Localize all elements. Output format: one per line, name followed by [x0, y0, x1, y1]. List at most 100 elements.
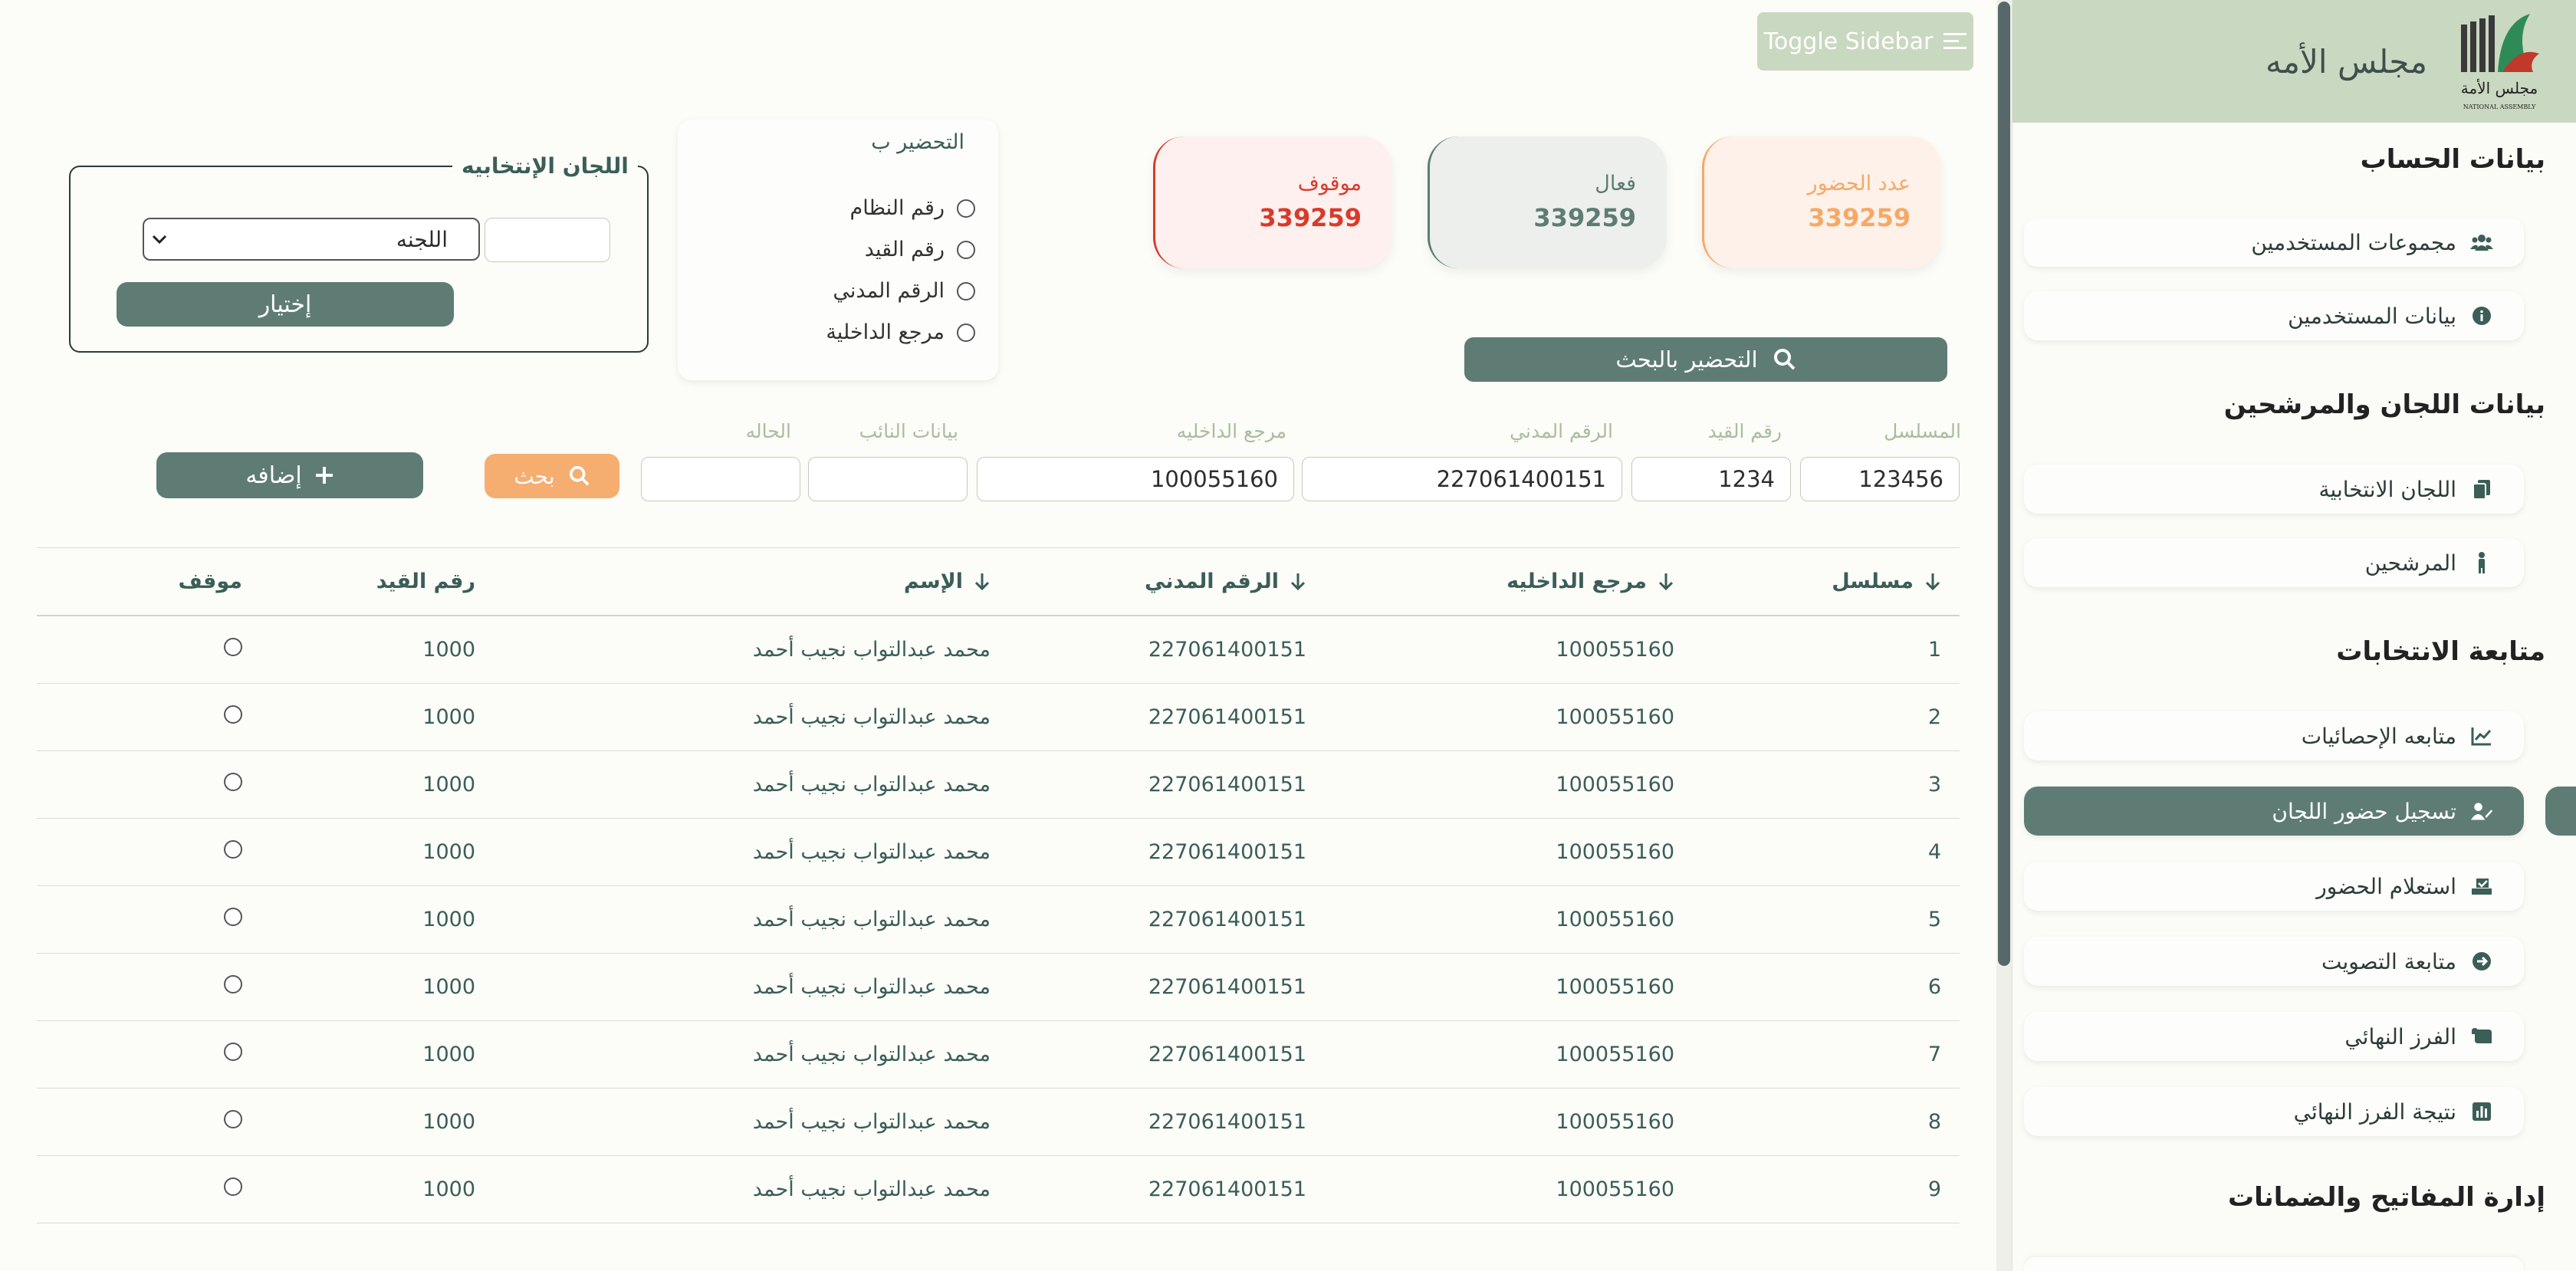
cell-serial: 4 — [1927, 840, 1941, 864]
stat-label: فعال — [1595, 172, 1636, 195]
search-button[interactable]: بحث — [485, 454, 619, 498]
filter-label-deputy: بيانات النائب — [859, 420, 958, 442]
row-stop-radio[interactable] — [224, 975, 242, 993]
person-icon — [2470, 551, 2493, 574]
row-stop-radio[interactable] — [224, 840, 242, 859]
filter-label-serial: المسلسل — [1884, 420, 1961, 442]
table-row[interactable]: 4 100055160 227061400151 محمد عبدالتواب نجي… — [37, 819, 1960, 886]
choose-button[interactable]: إختيار — [117, 282, 454, 327]
radio-button[interactable] — [957, 199, 975, 218]
radio-option[interactable]: مرجع الداخلية — [826, 320, 975, 344]
col-civil-header[interactable]: الرقم المدني — [1145, 548, 1306, 615]
filter-label-ref: مرجع الداخليه — [1176, 420, 1286, 442]
radio-option[interactable]: الرقم المدني — [833, 279, 975, 303]
radio-button[interactable] — [957, 281, 975, 301]
section-committees-candidates: بيانات اللجان والمرشحين — [2223, 389, 2545, 420]
cell-serial: 7 — [1927, 1043, 1941, 1066]
cell-ref: 100055160 — [1556, 1177, 1674, 1201]
filter-reg-input[interactable]: 1234 — [1631, 457, 1791, 501]
table-row[interactable]: 1 100055160 227061400151 محمد عبدالتواب نجي… — [37, 616, 1960, 684]
filter-ref-input[interactable]: 100055160 — [977, 457, 1294, 501]
filter-civil-input[interactable]: 227061400151 — [1302, 457, 1622, 501]
radio-button[interactable] — [957, 323, 975, 342]
cell-stop — [224, 954, 242, 1020]
sidebar-item-partial[interactable] — [2024, 1257, 2524, 1271]
committee-select[interactable]: اللجنه — [143, 218, 480, 261]
sidebar-item-final-sorting-result[interactable]: نتيجة الفرز النهائي — [2024, 1087, 2524, 1136]
row-stop-radio[interactable] — [224, 773, 242, 791]
radio-button[interactable] — [957, 240, 975, 259]
row-stop-radio[interactable] — [224, 1043, 242, 1061]
radio-label: مرجع الداخلية — [826, 320, 945, 344]
filter-deputy-input[interactable] — [808, 457, 968, 501]
cell-serial: 1 — [1927, 638, 1941, 662]
cell-stop — [224, 1089, 242, 1155]
cell-reg: 1000 — [422, 975, 475, 999]
cell-stop — [224, 684, 242, 750]
cell-name: محمد عبدالتواب نجيب أحمد — [752, 773, 991, 796]
add-button[interactable]: إضافه — [156, 452, 423, 498]
sidebar-item-user-groups[interactable]: مجموعات المستخدمين — [2024, 218, 2524, 267]
cell-civil: 227061400151 — [1148, 840, 1306, 864]
stat-label: موقوف — [1297, 172, 1362, 195]
sidebar-item-user-data[interactable]: بيانات المستخدمين — [2024, 291, 2524, 340]
row-stop-radio[interactable] — [224, 1110, 242, 1128]
sidebar-item-vote-tracking[interactable]: متابعة التصويت — [2024, 937, 2524, 986]
sidebar-item-final-sorting[interactable]: الفرز النهائي — [2024, 1012, 2524, 1061]
sidebar-item-statistics[interactable]: متابعه الإحصائيات — [2024, 711, 2524, 760]
committee-select-value: اللجنه — [396, 226, 448, 252]
table-row[interactable]: 2 100055160 227061400151 محمد عبدالتواب نجي… — [37, 684, 1960, 751]
row-stop-radio[interactable] — [224, 705, 242, 724]
main-scrollbar-thumb[interactable] — [1998, 2, 2010, 966]
sort-arrow-icon — [1658, 573, 1674, 590]
menu-icon — [1944, 33, 1967, 49]
table-row[interactable]: 6 100055160 227061400151 محمد عبدالتواب نجي… — [37, 954, 1960, 1021]
cell-stop — [224, 819, 242, 885]
cell-serial: 3 — [1927, 773, 1941, 796]
cell-civil: 227061400151 — [1148, 1177, 1306, 1201]
sidebar-item-label: اللجان الانتخابية — [2318, 476, 2457, 502]
cell-reg: 1000 — [422, 773, 475, 796]
section-account: بيانات الحساب — [2360, 144, 2545, 175]
sidebar-item-committee-attendance[interactable]: تسجيل حضور اللجان — [2024, 787, 2524, 836]
cell-ref: 100055160 — [1556, 705, 1674, 729]
filter-status-input[interactable] — [641, 457, 800, 501]
row-stop-radio[interactable] — [224, 1177, 242, 1196]
sidebar-item-committees[interactable]: اللجان الانتخابية — [2024, 465, 2524, 514]
table-row[interactable]: 8 100055160 227061400151 محمد عبدالتواب نجي… — [37, 1089, 1960, 1156]
radio-option[interactable]: رقم القيد — [865, 238, 975, 261]
cell-reg: 1000 — [422, 1177, 475, 1201]
stat-value: 339259 — [1259, 203, 1362, 232]
national-assembly-logo: مجلس الأمة NATIONAL ASSEMBLY — [2461, 14, 2539, 110]
radio-option[interactable]: رقم النظام — [850, 196, 975, 220]
sidebar-item-attendance-inquiry[interactable]: استعلام الحضور — [2024, 862, 2524, 911]
cell-name: محمد عبدالتواب نجيب أحمد — [752, 908, 991, 931]
col-serial-header[interactable]: مسلسل — [1832, 548, 1941, 615]
table-row[interactable]: 3 100055160 227061400151 محمد عبدالتواب نجي… — [37, 751, 1960, 819]
table-row[interactable]: 7 100055160 227061400151 محمد عبدالتواب نجي… — [37, 1021, 1960, 1089]
col-name-header[interactable]: الإسم — [904, 548, 991, 615]
stat-label: عدد الحضور — [1807, 172, 1911, 195]
col-stop-header: موقف — [179, 548, 242, 615]
cell-stop — [224, 1021, 242, 1088]
info-icon — [2470, 304, 2493, 327]
table-row[interactable]: 5 100055160 227061400151 محمد عبدالتواب نجي… — [37, 886, 1960, 954]
cell-ref: 100055160 — [1556, 638, 1674, 662]
filter-serial-input[interactable]: 123456 — [1800, 457, 1960, 501]
cell-reg: 1000 — [422, 705, 475, 729]
search-prep-button[interactable]: التحضير بالبحث — [1464, 337, 1947, 382]
stat-card-active: فعال 339259 — [1428, 136, 1667, 268]
toggle-sidebar-button[interactable]: Toggle Sidebar — [1757, 12, 1973, 71]
row-stop-radio[interactable] — [224, 908, 242, 926]
header-label: مسلسل — [1832, 570, 1914, 593]
cell-name: محمد عبدالتواب نجيب أحمد — [752, 705, 991, 729]
row-stop-radio[interactable] — [224, 638, 242, 656]
cell-name: محمد عبدالتواب نجيب أحمد — [752, 1110, 991, 1134]
section-election-tracking: متابعة الانتخابات — [2336, 636, 2545, 667]
committee-code-input[interactable] — [485, 218, 610, 262]
cell-name: محمد عبدالتواب نجيب أحمد — [752, 975, 991, 999]
col-ref-header[interactable]: مرجع الداخليه — [1506, 548, 1674, 615]
table-row[interactable]: 9 100055160 227061400151 محمد عبدالتواب نجي… — [37, 1156, 1960, 1223]
sidebar-item-candidates[interactable]: المرشحين — [2024, 538, 2524, 587]
cell-name: محمد عبدالتواب نجيب أحمد — [752, 1043, 991, 1066]
